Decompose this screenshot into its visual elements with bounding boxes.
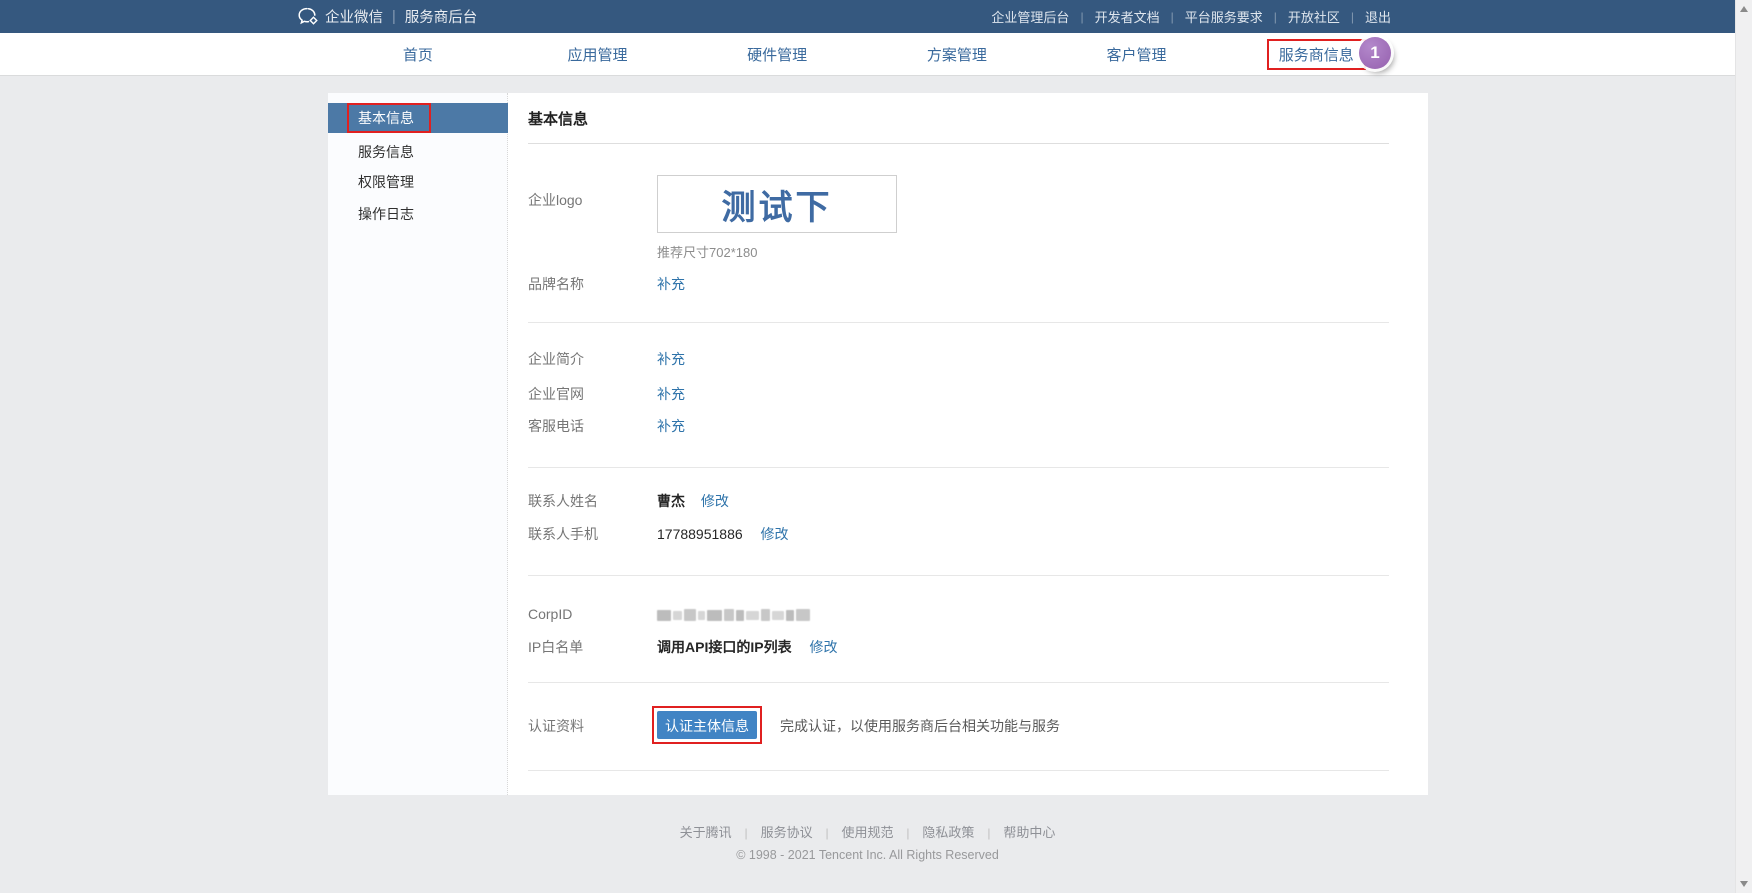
vertical-scrollbar[interactable] [1735, 0, 1752, 893]
verification-label: 认证资料 [528, 716, 584, 736]
divider [528, 682, 1389, 683]
topbar-link-admin-console[interactable]: 企业管理后台 [991, 7, 1069, 26]
topbar-link-separator: | [1351, 10, 1354, 24]
tab-customer-management[interactable]: 客户管理 [1107, 44, 1167, 65]
annotation-box-basic-info [347, 103, 431, 133]
sidebar-item-operation-log[interactable]: 操作日志 [328, 204, 508, 224]
topbar: 企业微信 | 服务商后台 企业管理后台 | 开发者文档 | 平台服务要求 | 开… [0, 0, 1735, 33]
contact-name-value: 曹杰 [657, 493, 685, 509]
brand-name-add-link[interactable]: 补充 [657, 276, 685, 292]
ip-whitelist-value: 调用API接口的IP列表 [657, 639, 792, 655]
tab-solution-management[interactable]: 方案管理 [927, 44, 987, 65]
scroll-down-icon[interactable] [1740, 881, 1748, 887]
footer-link-service-agreement[interactable]: 服务协议 [761, 825, 813, 840]
console-name: 服务商后台 [405, 6, 478, 27]
tab-home[interactable]: 首页 [403, 44, 433, 65]
annotation-box-provider-info: 服务商信息 [1267, 39, 1366, 70]
tab-app-management[interactable]: 应用管理 [568, 44, 628, 65]
topbar-link-separator: | [1080, 10, 1083, 24]
service-phone-label: 客服电话 [528, 416, 584, 436]
company-intro-add-link[interactable]: 补充 [657, 351, 685, 367]
tab-hardware-management[interactable]: 硬件管理 [747, 44, 807, 65]
corp-logo-image[interactable]: 测试下 [657, 175, 897, 233]
contact-mobile-edit-link[interactable]: 修改 [761, 526, 789, 542]
annotation-box-verify-button: 认证主体信息 [652, 706, 762, 744]
divider [528, 143, 1389, 144]
wecom-bubble-icon [298, 7, 318, 26]
corp-logo-text: 测试下 [722, 180, 833, 229]
footer-link-about-tencent[interactable]: 关于腾讯 [680, 825, 732, 840]
divider [528, 322, 1389, 323]
product-name: 企业微信 [325, 6, 383, 27]
brand: 企业微信 | 服务商后台 [298, 0, 477, 33]
corpid-label: CorpID [528, 604, 572, 624]
service-phone-add-link[interactable]: 补充 [657, 418, 685, 434]
topbar-link-open-community[interactable]: 开放社区 [1288, 7, 1340, 26]
topbar-link-platform-requirements[interactable]: 平台服务要求 [1185, 7, 1263, 26]
company-site-add-link[interactable]: 补充 [657, 386, 685, 402]
topbar-link-logout[interactable]: 退出 [1365, 7, 1391, 26]
verification-description: 完成认证，以使用服务商后台相关功能与服务 [780, 716, 1060, 736]
sidebar-item-service-info[interactable]: 服务信息 [328, 142, 508, 162]
footer-separator: | [745, 826, 748, 840]
verify-subject-info-button[interactable]: 认证主体信息 [657, 711, 757, 739]
copyright: © 1998 - 2021 Tencent Inc. All Rights Re… [0, 848, 1735, 862]
step-badge-1: 1 [1359, 37, 1391, 69]
page-title: 基本信息 [528, 108, 588, 129]
company-intro-label: 企业简介 [528, 349, 584, 369]
tab-provider-info[interactable]: 服务商信息 [1279, 47, 1354, 64]
footer-separator: | [825, 826, 828, 840]
corp-logo-label: 企业logo [528, 190, 582, 210]
corpid-masked-value [657, 609, 810, 621]
company-site-label: 企业官网 [528, 384, 584, 404]
primary-nav: 首页 应用管理 硬件管理 方案管理 客户管理 服务商信息 [0, 33, 1735, 76]
contact-mobile-label: 联系人手机 [528, 524, 598, 544]
footer-link-help-center[interactable]: 帮助中心 [1003, 825, 1055, 840]
brand-name-label: 品牌名称 [528, 274, 584, 294]
topbar-link-separator: | [1171, 10, 1174, 24]
divider [528, 467, 1389, 468]
contact-name-edit-link[interactable]: 修改 [701, 493, 729, 509]
footer: 关于腾讯 | 服务协议 | 使用规范 | 隐私政策 | 帮助中心 © 1998 … [0, 822, 1735, 862]
footer-separator: | [906, 826, 909, 840]
ip-whitelist-label: IP白名单 [528, 637, 583, 657]
topbar-links: 企业管理后台 | 开发者文档 | 平台服务要求 | 开放社区 | 退出 [991, 0, 1391, 33]
divider [528, 575, 1389, 576]
main-card: 基本信息 服务信息 权限管理 操作日志 基本信息 企业logo 测试下 推荐尺寸… [328, 93, 1428, 795]
brand-separator: | [392, 9, 396, 25]
footer-link-usage-rules[interactable]: 使用规范 [841, 825, 893, 840]
footer-link-privacy-policy[interactable]: 隐私政策 [922, 825, 974, 840]
divider [528, 770, 1389, 771]
scroll-up-icon[interactable] [1740, 6, 1748, 12]
topbar-link-developer-docs[interactable]: 开发者文档 [1095, 7, 1160, 26]
contact-name-label: 联系人姓名 [528, 491, 598, 511]
ip-whitelist-edit-link[interactable]: 修改 [809, 639, 837, 655]
sidebar-item-permission-management[interactable]: 权限管理 [328, 172, 508, 192]
contact-mobile-value: 17788951886 [657, 526, 743, 542]
logo-size-hint: 推荐尺寸702*180 [657, 242, 757, 261]
sidebar: 基本信息 服务信息 权限管理 操作日志 [328, 93, 508, 795]
footer-separator: | [987, 826, 990, 840]
topbar-link-separator: | [1274, 10, 1277, 24]
